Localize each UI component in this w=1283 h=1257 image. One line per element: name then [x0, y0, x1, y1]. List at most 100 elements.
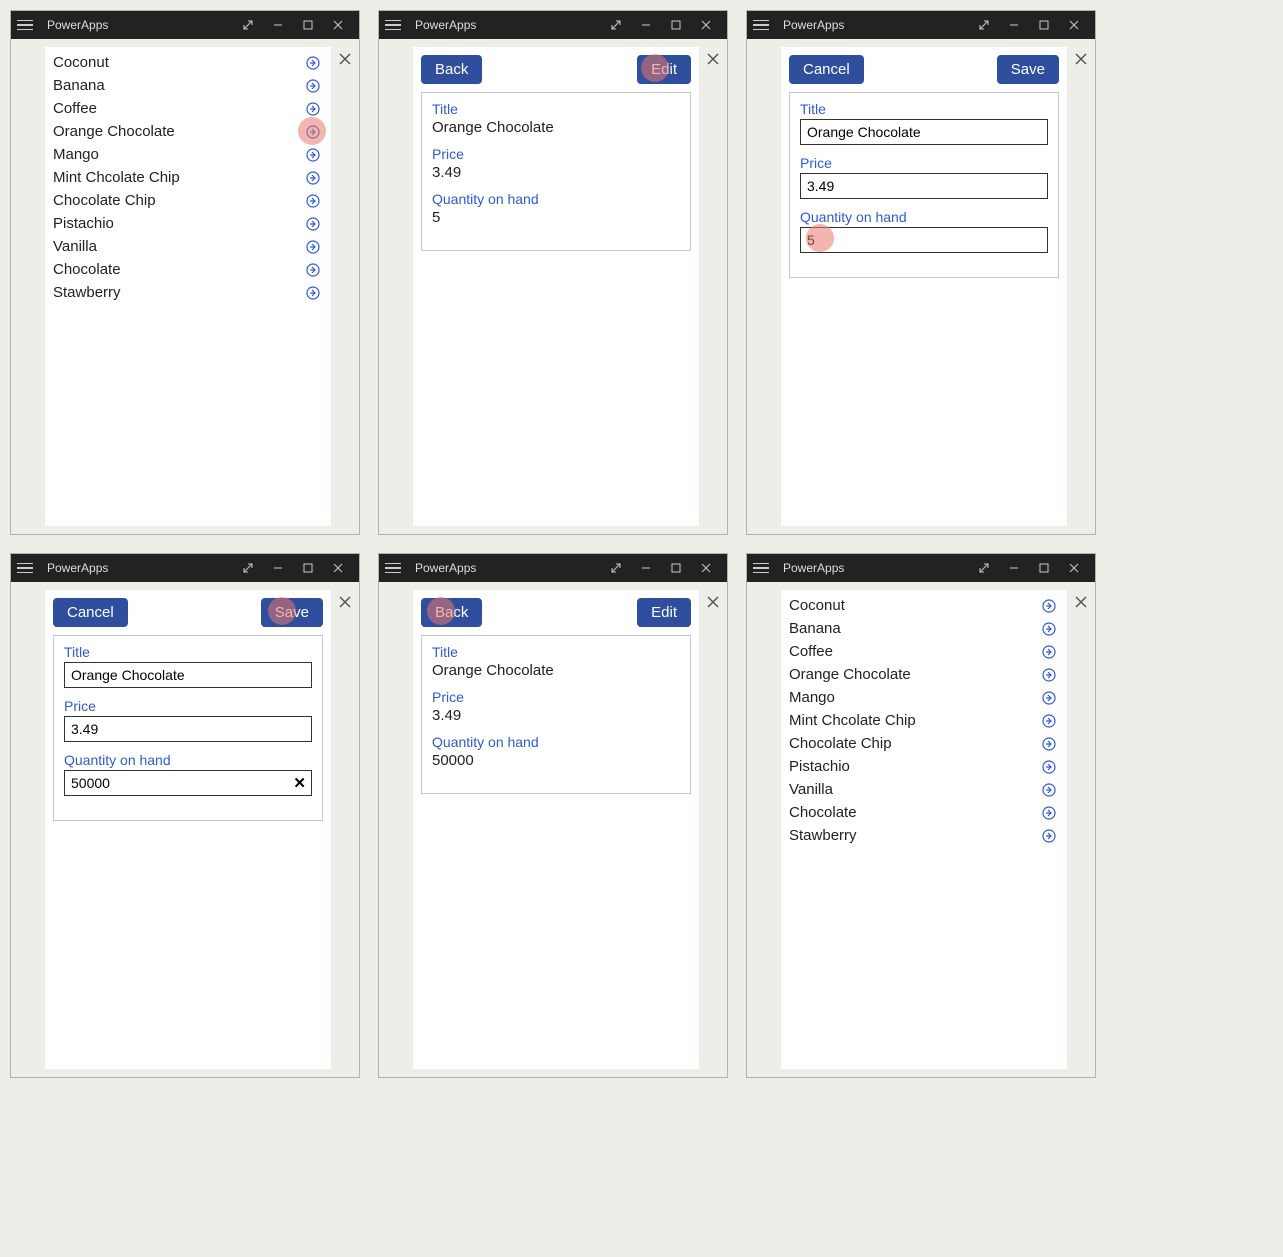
minimize-icon[interactable] [263, 11, 293, 39]
list-item[interactable]: Stawberry [45, 281, 331, 304]
hamburger-icon[interactable] [385, 20, 401, 31]
arrow-right-circle-icon[interactable] [305, 147, 321, 163]
arrow-right-circle-icon[interactable] [1041, 598, 1057, 614]
maximize-icon[interactable] [293, 554, 323, 582]
arrow-right-circle-icon[interactable] [305, 193, 321, 209]
expand-icon[interactable] [233, 11, 263, 39]
value-price: 3.49 [432, 164, 680, 181]
arrow-right-circle-icon[interactable] [1041, 644, 1057, 660]
back-button[interactable]: Back [421, 598, 482, 627]
list-item[interactable]: Coconut [781, 594, 1067, 617]
arrow-right-circle-icon[interactable] [305, 55, 321, 71]
list-item[interactable]: Mint Chcolate Chip [45, 166, 331, 189]
cancel-button[interactable]: Cancel [53, 598, 128, 627]
arrow-right-circle-icon[interactable] [1041, 805, 1057, 821]
list-item[interactable]: Mango [45, 143, 331, 166]
input-qty[interactable] [64, 770, 312, 796]
arrow-right-circle-icon[interactable] [305, 216, 321, 232]
list-item[interactable]: Chocolate [781, 801, 1067, 824]
close-window-icon[interactable] [691, 554, 721, 582]
list-item[interactable]: Coffee [45, 97, 331, 120]
hamburger-icon[interactable] [753, 20, 769, 31]
edit-button[interactable]: Edit [637, 598, 691, 627]
expand-icon[interactable] [233, 554, 263, 582]
arrow-right-circle-icon[interactable] [1041, 690, 1057, 706]
close-window-icon[interactable] [1059, 554, 1089, 582]
close-window-icon[interactable] [323, 11, 353, 39]
close-panel-icon[interactable] [705, 594, 721, 615]
close-panel-icon[interactable] [337, 594, 353, 615]
maximize-icon[interactable] [661, 554, 691, 582]
list-item[interactable]: Mango [781, 686, 1067, 709]
list-item[interactable]: Orange Chocolate [45, 120, 331, 143]
hamburger-icon[interactable] [17, 563, 33, 574]
list-item[interactable]: Coconut [45, 51, 331, 74]
list-item[interactable]: Coffee [781, 640, 1067, 663]
close-panel-icon[interactable] [1073, 594, 1089, 615]
expand-icon[interactable] [601, 11, 631, 39]
back-button[interactable]: Back [421, 55, 482, 84]
hamburger-icon[interactable] [17, 20, 33, 31]
maximize-icon[interactable] [661, 11, 691, 39]
input-qty[interactable] [800, 227, 1048, 253]
hamburger-icon[interactable] [753, 563, 769, 574]
close-panel-icon[interactable] [705, 51, 721, 72]
minimize-icon[interactable] [999, 554, 1029, 582]
close-window-icon[interactable] [323, 554, 353, 582]
list-item[interactable]: Pistachio [781, 755, 1067, 778]
close-window-icon[interactable] [691, 11, 721, 39]
minimize-icon[interactable] [631, 11, 661, 39]
edit-button[interactable]: Edit [637, 55, 691, 84]
close-window-icon[interactable] [1059, 11, 1089, 39]
arrow-right-circle-icon[interactable] [1041, 621, 1057, 637]
arrow-right-circle-icon[interactable] [1041, 828, 1057, 844]
clear-input-icon[interactable]: ✕ [293, 774, 306, 792]
close-panel-icon[interactable] [337, 51, 353, 72]
list-item[interactable]: Pistachio [45, 212, 331, 235]
arrow-right-circle-icon[interactable] [1041, 667, 1057, 683]
save-button[interactable]: Save [997, 55, 1059, 84]
arrow-right-circle-icon[interactable] [305, 78, 321, 94]
input-price[interactable] [64, 716, 312, 742]
cancel-button[interactable]: Cancel [789, 55, 864, 84]
expand-icon[interactable] [969, 554, 999, 582]
list-item[interactable]: Banana [45, 74, 331, 97]
input-price[interactable] [800, 173, 1048, 199]
list-item[interactable]: Chocolate Chip [781, 732, 1067, 755]
arrow-right-circle-icon[interactable] [305, 239, 321, 255]
list-item[interactable]: Chocolate Chip [45, 189, 331, 212]
maximize-icon[interactable] [1029, 11, 1059, 39]
arrow-right-circle-icon[interactable] [1041, 736, 1057, 752]
arrow-right-circle-icon[interactable] [305, 262, 321, 278]
list-item[interactable]: Orange Chocolate [781, 663, 1067, 686]
minimize-icon[interactable] [263, 554, 293, 582]
arrow-right-circle-icon[interactable] [1041, 759, 1057, 775]
list-item-label: Coconut [53, 54, 305, 71]
list-item[interactable]: Chocolate [45, 258, 331, 281]
arrow-right-circle-icon[interactable] [1041, 782, 1057, 798]
list-item[interactable]: Mint Chcolate Chip [781, 709, 1067, 732]
maximize-icon[interactable] [1029, 554, 1059, 582]
expand-icon[interactable] [969, 11, 999, 39]
list-item[interactable]: Banana [781, 617, 1067, 640]
input-title[interactable] [64, 662, 312, 688]
app-title: PowerApps [47, 561, 108, 575]
arrow-right-circle-icon[interactable] [305, 101, 321, 117]
arrow-right-circle-icon[interactable] [305, 124, 321, 140]
arrow-right-circle-icon[interactable] [305, 285, 321, 301]
minimize-icon[interactable] [631, 554, 661, 582]
save-button[interactable]: Save [261, 598, 323, 627]
edit-screen: Cancel Save Title Price [45, 590, 331, 1069]
list-item[interactable]: Stawberry [781, 824, 1067, 847]
label-qty: Quantity on hand [800, 209, 1048, 225]
arrow-right-circle-icon[interactable] [305, 170, 321, 186]
list-item[interactable]: Vanilla [781, 778, 1067, 801]
hamburger-icon[interactable] [385, 563, 401, 574]
maximize-icon[interactable] [293, 11, 323, 39]
input-title[interactable] [800, 119, 1048, 145]
list-item[interactable]: Vanilla [45, 235, 331, 258]
close-panel-icon[interactable] [1073, 51, 1089, 72]
minimize-icon[interactable] [999, 11, 1029, 39]
expand-icon[interactable] [601, 554, 631, 582]
arrow-right-circle-icon[interactable] [1041, 713, 1057, 729]
